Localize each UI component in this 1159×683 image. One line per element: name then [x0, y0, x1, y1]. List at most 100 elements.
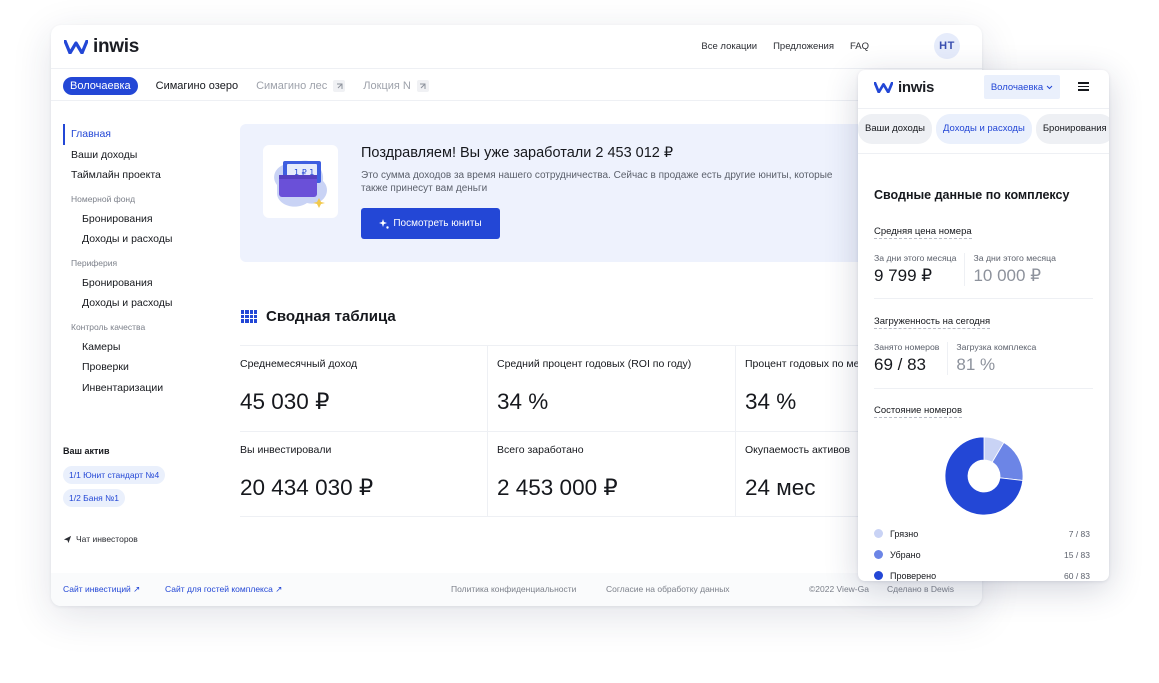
mobile-tab-income[interactable]: Ваши доходы [858, 114, 932, 144]
chevron-down-icon [1046, 85, 1053, 89]
avg-price-title[interactable]: Средняя цена номера [874, 226, 972, 239]
send-icon [63, 535, 72, 543]
mobile-brand-logo[interactable]: inwis [874, 79, 934, 96]
summary-header: Сводная таблица [241, 308, 396, 325]
rooms-state-title[interactable]: Состояние номеров [874, 405, 963, 418]
brand-logo[interactable]: inwis [64, 36, 139, 58]
user-avatar[interactable]: НТ [934, 33, 960, 59]
menu-icon[interactable] [1078, 82, 1089, 91]
sidebar-item-periphery-finance[interactable]: Доходы и расходы [63, 293, 223, 314]
wallet-illustration: 1 ₽ 1 [263, 145, 338, 218]
footer-privacy-link[interactable]: Политика конфиденциальности [451, 584, 576, 594]
external-link-icon [333, 80, 346, 92]
legend-name: Проверено [890, 570, 937, 581]
location-tabs: Волочаевка Симагино озеро Симагино лес Л… [63, 77, 447, 95]
legend-name: Грязно [890, 528, 919, 539]
rooms-state-donut-chart [944, 436, 1024, 516]
load-label: Занято номеров [874, 342, 940, 352]
sparkle-icon [379, 218, 390, 229]
stat-cell: Средний процент годовых (ROI по году) 34… [488, 345, 736, 431]
mobile-header-divider [858, 108, 1109, 109]
desktop-window: inwis Все локации Предложения FAQ НТ Вол… [51, 25, 982, 606]
section-divider [874, 388, 1093, 389]
banner-text: Это сумма доходов за время нашего сотруд… [361, 170, 833, 194]
assets-block: Ваш актив 1/1 Юнит стандарт №4 1/2 Баня … [63, 446, 166, 511]
stat-value: 34 % [497, 389, 549, 414]
stat-label: Всего заработано [497, 444, 584, 456]
footer-made-by[interactable]: Сделано в Dewis [887, 584, 954, 594]
sidebar-item-home[interactable]: Главная [63, 124, 223, 145]
load-value: 81 % [956, 355, 996, 374]
stat-label: Средний процент годовых (ROI по году) [497, 358, 692, 370]
logo-icon [874, 82, 893, 93]
legend-row-dirty: Грязно 7 / 83 [874, 523, 1090, 544]
legend-row-checked: Проверено 60 / 83 [874, 565, 1090, 581]
mobile-card: inwis Волочаевка Ваши доходы Доходы и ра… [858, 70, 1109, 581]
section-divider [874, 298, 1093, 299]
complex-summary-title: Сводные данные по комплексу [874, 188, 1070, 202]
sidebar-item-inventory[interactable]: Инвентаризации [63, 378, 223, 399]
view-units-button[interactable]: Посмотреть юниты [361, 208, 500, 239]
legend-name: Убрано [890, 549, 921, 560]
location-tab-simagino-forest[interactable]: Симагино лес [256, 80, 346, 92]
stat-cell: Среднемесячный доход 45 030 ₽ [240, 345, 488, 431]
load-label: Загрузка комплекса [956, 342, 1037, 352]
avg-price-values: За дни этого месяца 9 799 ₽ За дни этого… [874, 253, 1064, 286]
sidebar-item-timeline[interactable]: Таймлайн проекта [63, 165, 223, 186]
avg-price-label: За дни этого месяца [973, 253, 1056, 263]
rooms-state-legend: Грязно 7 / 83 Убрано 15 / 83 Проверено 6… [874, 523, 1090, 581]
avg-price-value: 10 000 ₽ [973, 266, 1042, 285]
brand-name: inwis [93, 36, 140, 57]
location-tab-simagino-lake[interactable]: Симагино озеро [156, 80, 238, 92]
nav-faq[interactable]: FAQ [850, 41, 869, 52]
stat-label: Среднемесячный доход [240, 358, 358, 370]
mobile-tab-bookings[interactable]: Бронирования [1035, 114, 1109, 144]
sidebar-item-periphery-bookings[interactable]: Бронирования [63, 273, 223, 294]
asset-chip[interactable]: 1/2 Баня №1 [63, 489, 125, 507]
footer-consent-link[interactable]: Согласие на обработку данных [606, 584, 730, 594]
sidebar-item-inspections[interactable]: Проверки [63, 357, 223, 378]
avg-price-value: 9 799 ₽ [874, 266, 933, 285]
sidebar-group-periphery: Периферия [71, 257, 118, 268]
mobile-tab-finance[interactable]: Доходы и расходы [936, 114, 1032, 144]
stat-cell: Вы инвестировали 20 434 030 ₽ [240, 431, 488, 517]
stat-value: 2 453 000 ₽ [497, 475, 618, 500]
mobile-tabs: Ваши доходы Доходы и расходы Бронировани… [858, 114, 1109, 147]
legend-count: 60 / 83 [1064, 570, 1090, 581]
load-title[interactable]: Загруженность на сегодня [874, 316, 991, 329]
location-select[interactable]: Волочаевка [984, 75, 1060, 99]
sidebar-item-rooms-bookings[interactable]: Бронирования [63, 209, 223, 230]
legend-dot [874, 571, 883, 580]
asset-chip[interactable]: 1/1 Юнит стандарт №4 [63, 466, 166, 484]
earnings-banner: 1 ₽ 1 Поздравляем! Вы уже заработали 2 4… [240, 124, 900, 262]
footer-investments-link[interactable]: Сайт инвестиций ↗ [63, 584, 140, 595]
logo-icon [64, 40, 88, 54]
nav-offers[interactable]: Предложения [773, 41, 834, 52]
investor-chat-link[interactable]: Чат инвесторов [63, 534, 138, 544]
location-tab-volochaevka[interactable]: Волочаевка [63, 77, 138, 95]
load-values: Занято номеров 69 / 83 Загрузка комплекс… [874, 342, 1044, 375]
nav-all-locations[interactable]: Все локации [701, 41, 757, 52]
banner-title: Поздравляем! Вы уже заработали 2 453 012… [361, 145, 674, 161]
avg-price-label: За дни этого месяца [874, 253, 957, 263]
load-value: 69 / 83 [874, 355, 926, 374]
location-tab-label: Локция N [363, 80, 411, 92]
legend-row-cleaned: Убрано 15 / 83 [874, 544, 1090, 565]
footer-guests-link[interactable]: Сайт для гостей комплекса ↗ [165, 584, 282, 595]
stat-label: Вы инвестировали [240, 444, 332, 456]
assets-title: Ваш актив [63, 446, 110, 456]
legend-dot [874, 550, 883, 559]
footer-link-label: Сайт для гостей комплекса [165, 584, 273, 594]
sidebar: Главная Ваши доходы Таймлайн проекта Ном… [63, 124, 223, 398]
stat-value: 20 434 030 ₽ [240, 475, 374, 500]
location-tab-n[interactable]: Локция N [363, 80, 429, 92]
sidebar-item-rooms-finance[interactable]: Доходы и расходы [63, 229, 223, 250]
brand-name: inwis [898, 79, 935, 96]
footer-link-label: Сайт инвестиций [63, 584, 131, 594]
summary-title: Сводная таблица [266, 308, 396, 325]
top-navigation: Все локации Предложения FAQ [685, 41, 869, 52]
table-icon [241, 310, 257, 323]
sidebar-item-cameras[interactable]: Камеры [63, 337, 223, 358]
sidebar-item-income[interactable]: Ваши доходы [63, 145, 223, 166]
stat-value: 45 030 ₽ [240, 389, 330, 414]
